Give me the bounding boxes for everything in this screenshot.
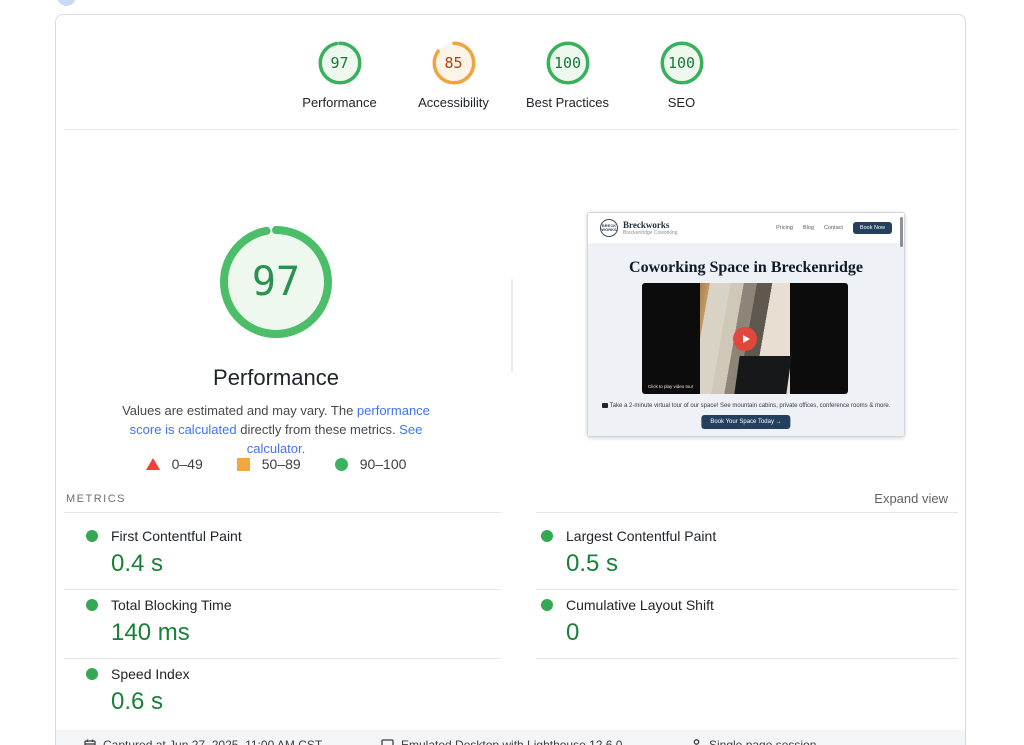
main-performance-title: Performance bbox=[213, 365, 339, 390]
accessibility-score: 85 bbox=[444, 54, 463, 72]
metrics-divider bbox=[536, 658, 958, 659]
score-chip-accessibility[interactable]: 85 Accessibility bbox=[409, 41, 499, 110]
score-chip-seo[interactable]: 100 SEO bbox=[637, 41, 727, 110]
fail-range: 0–49 bbox=[171, 456, 203, 472]
preview-hero-section: Coworking Space in Breckenridge Click to… bbox=[588, 243, 904, 436]
footer-captured-at: Captured at Jun 27, 2025, 11:00 AM CST bbox=[84, 738, 322, 745]
score-scale-legend: 0–49 50–89 90–100 bbox=[56, 456, 496, 472]
preview-brand-subtitle: Breckenridge Coworking bbox=[623, 230, 678, 236]
metric-total-blocking-time: Total Blocking Time 140 ms bbox=[86, 597, 232, 647]
preview-nav-pricing: Pricing bbox=[776, 225, 793, 231]
metrics-header: METRICS Expand view bbox=[64, 491, 948, 509]
average-square-icon bbox=[236, 457, 250, 471]
seo-gauge: 100 bbox=[660, 41, 704, 85]
metrics-section-title: METRICS bbox=[66, 493, 126, 505]
metrics-divider bbox=[64, 658, 501, 659]
legend-pass: 90–100 bbox=[334, 456, 407, 472]
metric-value: 0.4 s bbox=[111, 550, 164, 577]
preview-site-header: BRECK WORKS Breckworks Breckenridge Cowo… bbox=[588, 213, 904, 243]
metric-value: 0 bbox=[566, 619, 580, 646]
fail-triangle-icon bbox=[145, 458, 160, 470]
calendar-icon bbox=[84, 739, 96, 745]
preview-book-space-button: Book Your Space Today → bbox=[701, 415, 791, 429]
disclaimer-text: Values are estimated and may vary. The bbox=[122, 403, 357, 418]
pass-dot-icon bbox=[541, 599, 553, 611]
section-divider bbox=[64, 129, 958, 130]
camera-icon bbox=[601, 403, 608, 408]
lighthouse-report-card: 97 Performance 85 Accessibility 100 Best… bbox=[55, 14, 966, 745]
average-range: 50–89 bbox=[261, 456, 301, 472]
seo-label: SEO bbox=[667, 95, 696, 110]
pass-range: 90–100 bbox=[359, 456, 407, 472]
metric-value: 140 ms bbox=[111, 619, 190, 646]
preview-nav: Pricing Blog Contact Book Now bbox=[776, 222, 892, 234]
footer-environment: Emulated Desktop with Lighthouse 12.6.0 bbox=[381, 738, 622, 745]
category-scores-row: 97 Performance 85 Accessibility 100 Best… bbox=[56, 41, 965, 110]
pass-dot-icon bbox=[86, 599, 98, 611]
metric-value: 0.6 s bbox=[111, 688, 164, 715]
metrics-divider bbox=[536, 512, 958, 513]
avatar[interactable] bbox=[57, 0, 76, 6]
best-practices-score: 100 bbox=[553, 54, 582, 72]
performance-score: 97 bbox=[330, 54, 349, 72]
pass-dot-icon bbox=[86, 530, 98, 542]
main-performance-gauge: 97 bbox=[218, 224, 334, 340]
best-practices-gauge: 100 bbox=[546, 41, 590, 85]
metric-value: 0.5 s bbox=[566, 550, 619, 577]
main-performance-score: 97 bbox=[251, 259, 301, 305]
performance-label: Performance bbox=[302, 95, 377, 110]
seo-score: 100 bbox=[667, 54, 696, 72]
pagespeed-report: 97 Performance 85 Accessibility 100 Best… bbox=[0, 0, 1024, 745]
legend-fail: 0–49 bbox=[145, 456, 203, 472]
accessibility-gauge: 85 bbox=[432, 41, 476, 85]
preview-video-overlay-text: Click to play video tour bbox=[648, 384, 694, 389]
monitor-icon bbox=[381, 739, 394, 745]
play-button-icon bbox=[733, 326, 757, 351]
preview-site-logo: BRECK WORKS bbox=[600, 219, 618, 237]
metrics-divider bbox=[536, 589, 958, 590]
metric-largest-contentful-paint: Largest Contentful Paint 0.5 s bbox=[541, 528, 716, 578]
score-disclaimer: Values are estimated and may vary. The p… bbox=[106, 401, 446, 458]
vertical-divider bbox=[511, 279, 513, 372]
preview-scrollbar bbox=[900, 217, 903, 247]
legend-average: 50–89 bbox=[236, 456, 301, 472]
score-chip-best-practices[interactable]: 100 Best Practices bbox=[523, 41, 613, 110]
site-screenshot-preview: BRECK WORKS Breckworks Breckenridge Cowo… bbox=[587, 212, 905, 437]
preview-headline: Coworking Space in Breckenridge bbox=[629, 259, 863, 276]
preview-nav-blog: Blog bbox=[802, 225, 814, 231]
pass-dot-icon bbox=[541, 530, 553, 542]
metric-speed-index: Speed Index 0.6 s bbox=[86, 666, 190, 716]
report-footer: Captured at Jun 27, 2025, 11:00 AM CST E… bbox=[56, 730, 965, 745]
expand-view-button[interactable]: Expand view bbox=[874, 491, 948, 506]
preview-brand-name: Breckworks bbox=[623, 220, 670, 230]
pass-circle-icon bbox=[334, 457, 348, 471]
preview-video-caption: Take a 2-minute virtual tour of our spac… bbox=[588, 403, 904, 409]
preview-video-player: Click to play video tour bbox=[642, 283, 848, 394]
preview-nav-contact: Contact bbox=[823, 225, 843, 231]
preview-video-shadow bbox=[734, 356, 792, 394]
performance-gauge: 97 bbox=[318, 41, 362, 85]
metrics-divider bbox=[64, 589, 501, 590]
metric-cumulative-layout-shift: Cumulative Layout Shift 0 bbox=[541, 597, 714, 647]
preview-book-now-button: Book Now bbox=[852, 222, 892, 234]
disclaimer-text: directly from these metrics. bbox=[236, 422, 400, 437]
pass-dot-icon bbox=[86, 668, 98, 680]
footer-session: Single page session bbox=[691, 738, 816, 745]
best-practices-label: Best Practices bbox=[525, 95, 610, 110]
metrics-divider bbox=[64, 512, 501, 513]
person-icon bbox=[693, 739, 700, 745]
accessibility-label: Accessibility bbox=[418, 95, 489, 110]
score-chip-performance[interactable]: 97 Performance bbox=[295, 41, 385, 110]
metric-first-contentful-paint: First Contentful Paint 0.4 s bbox=[86, 528, 242, 578]
